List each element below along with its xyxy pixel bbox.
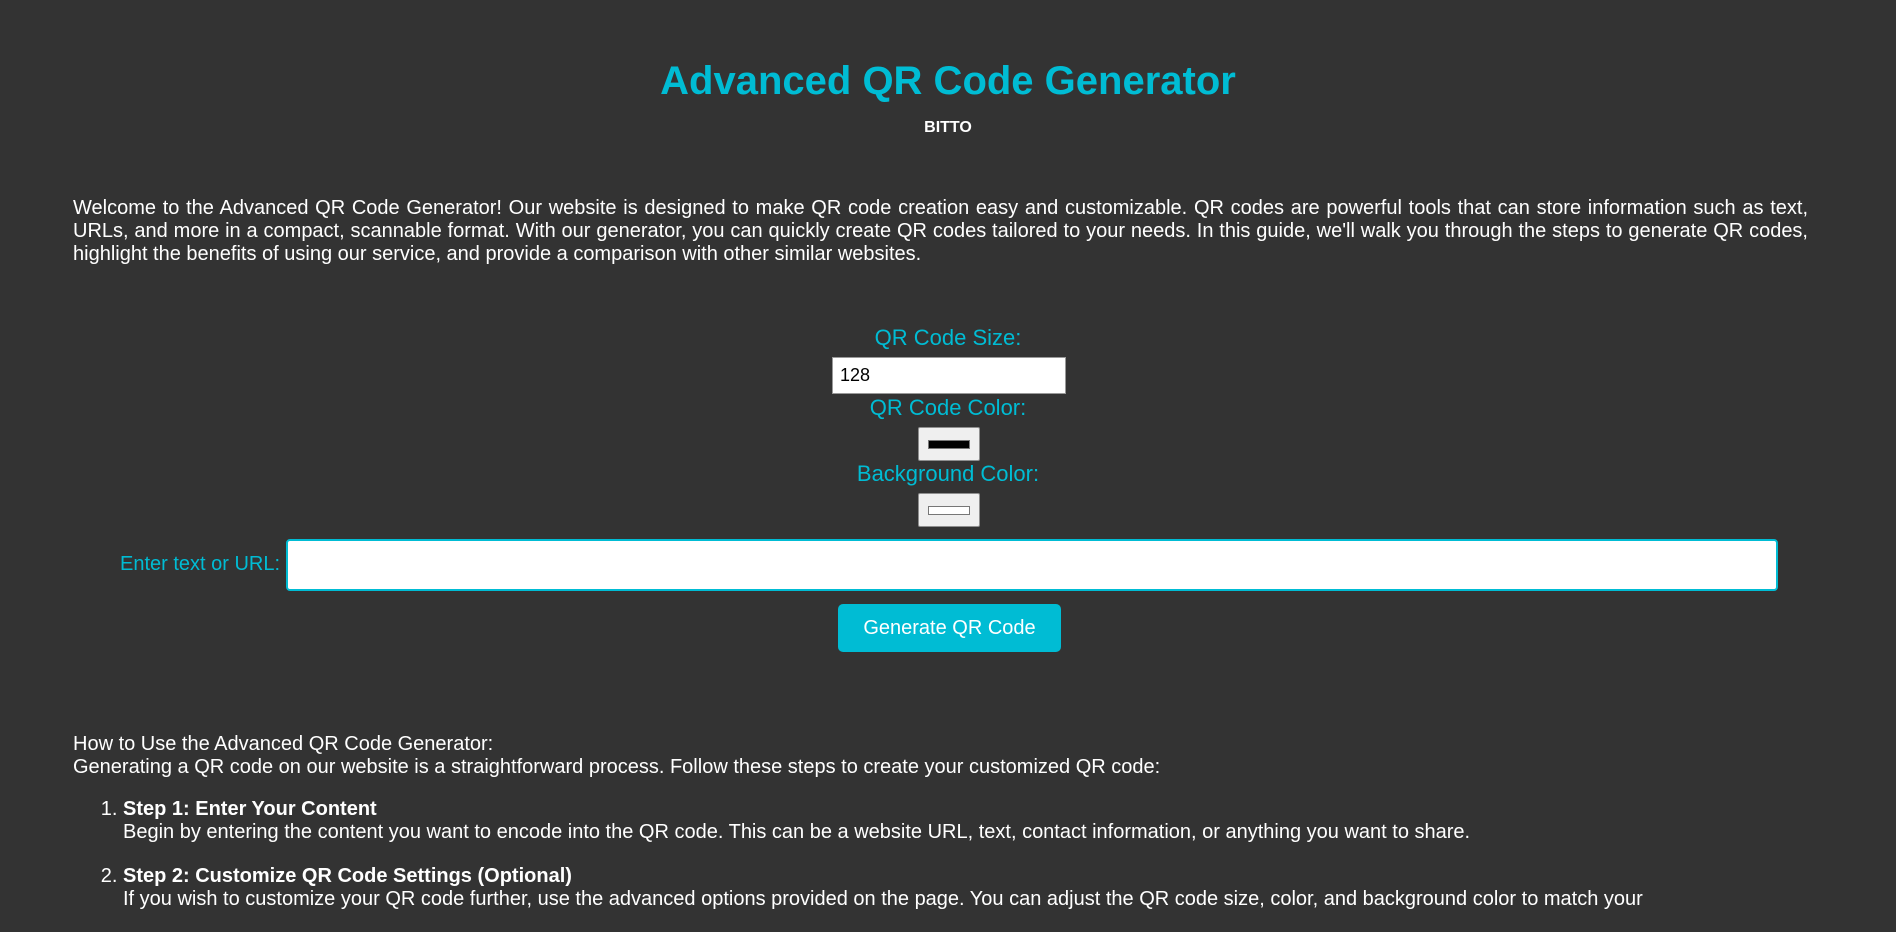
page-title: Advanced QR Code Generator: [660, 59, 1236, 103]
steps-list: Step 1: Enter Your Content Begin by ente…: [73, 798, 1813, 911]
howto-intro: Generating a QR code on our website is a…: [73, 756, 1161, 778]
text-url-input[interactable]: [286, 539, 1778, 591]
text-url-label: Enter text or URL:: [120, 553, 281, 575]
howto-heading: How to Use the Advanced QR Code Generato…: [73, 733, 494, 755]
list-item: Step 1: Enter Your Content Begin by ente…: [123, 798, 1813, 844]
qr-color-swatch: [928, 440, 970, 449]
howto-section: How to Use the Advanced QR Code Generato…: [73, 733, 1813, 932]
intro-paragraph: Welcome to the Advanced QR Code Generato…: [73, 197, 1808, 265]
background-color-swatch: [928, 506, 970, 515]
generate-qr-button[interactable]: Generate QR Code: [838, 604, 1061, 652]
step-description: Begin by entering the content you want t…: [123, 821, 1471, 843]
qr-color-label: QR Code Color:: [869, 395, 1027, 420]
step-title: Step 1: Enter Your Content: [123, 798, 377, 820]
qr-size-label: QR Code Size:: [874, 325, 1022, 350]
background-color-picker[interactable]: [918, 493, 980, 527]
qr-color-picker[interactable]: [918, 427, 980, 461]
qr-size-input[interactable]: [832, 357, 1066, 394]
step-description: If you wish to customize your QR code fu…: [123, 888, 1643, 910]
author-name: BITTO: [924, 119, 972, 136]
background-color-label: Background Color:: [856, 461, 1040, 486]
list-item: Step 2: Customize QR Code Settings (Opti…: [123, 865, 1813, 911]
step-title: Step 2: Customize QR Code Settings (Opti…: [123, 865, 572, 887]
